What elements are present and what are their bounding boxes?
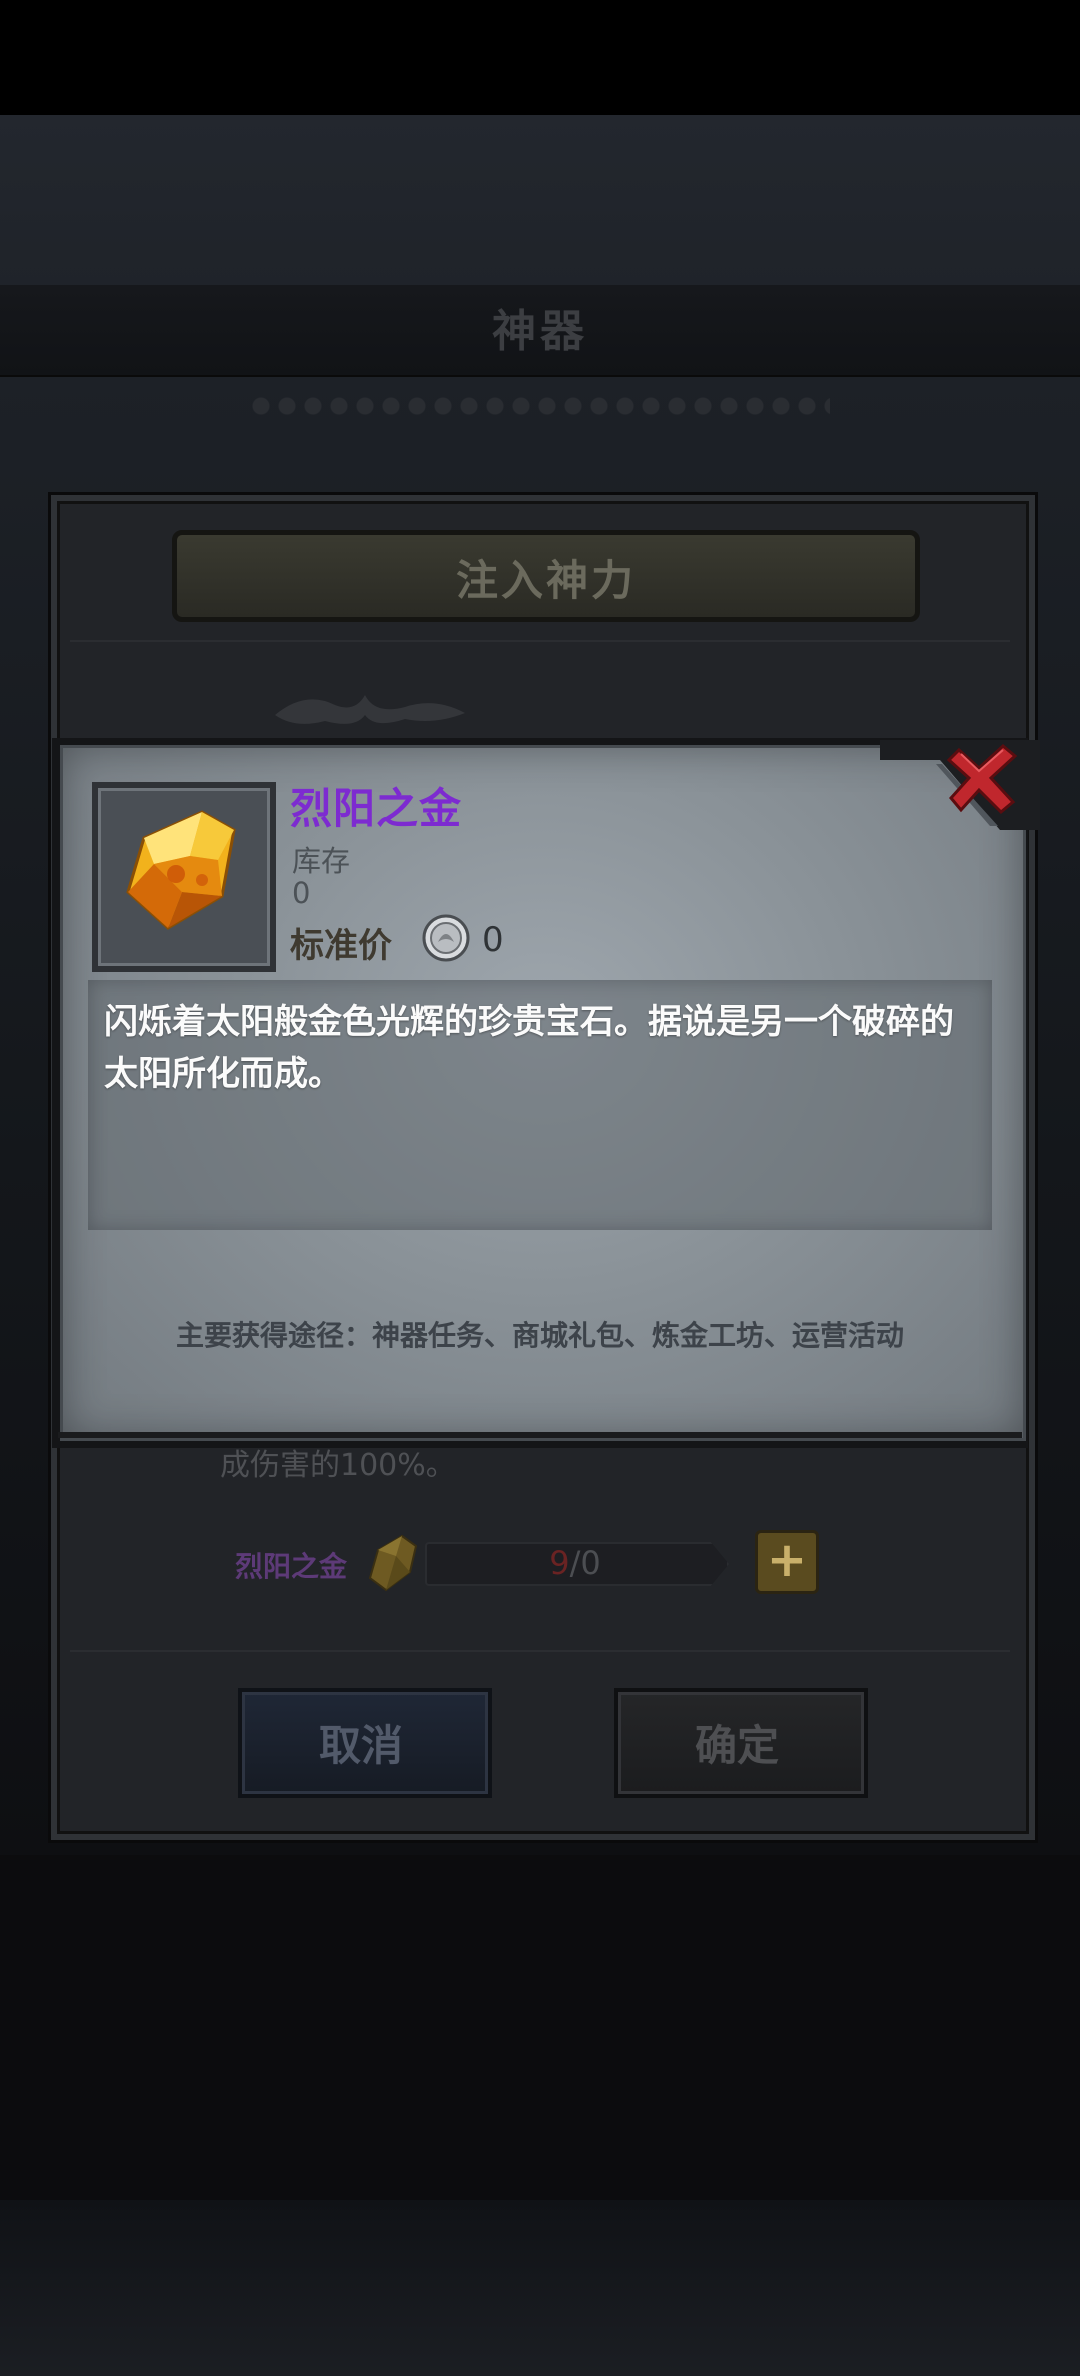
material-label: 烈阳之金	[235, 1550, 348, 1583]
price-value: 0	[482, 920, 504, 960]
progress-required: 0	[580, 1544, 601, 1582]
divider	[70, 640, 1010, 642]
progress-separator: /	[569, 1544, 581, 1582]
cancel-button-label: 取消	[318, 1721, 403, 1770]
stock-label: 库存	[292, 844, 351, 878]
add-material-button[interactable]: +	[755, 1530, 819, 1594]
status-bar-area	[0, 0, 1080, 115]
popup-bottom-border	[58, 1432, 1022, 1438]
item-description: 闪烁着太阳般金色光辉的珍贵宝石。据说是另一个破碎的太阳所化而成。	[104, 1002, 954, 1094]
acquisition-sources: 主要获得途径：神器任务、商城礼包、炼金工坊、运营活动	[175, 1319, 904, 1352]
material-progress-text: 9/0	[425, 1544, 725, 1582]
page-title: 神器	[492, 306, 588, 357]
wing-ornament-icon	[275, 695, 465, 724]
infuse-dialog-title: 注入神力	[455, 556, 636, 605]
item-name: 烈阳之金	[290, 784, 463, 833]
decorative-dots	[250, 395, 830, 417]
silver-coin-icon	[422, 914, 470, 962]
close-icon[interactable]	[945, 738, 1025, 818]
price-label: 标准价	[290, 926, 392, 966]
divider	[70, 1650, 1010, 1652]
gem-icon[interactable]	[356, 1528, 426, 1598]
stock-value: 0	[292, 876, 311, 910]
progress-current: 9	[549, 1544, 570, 1582]
bottom-band	[0, 2200, 1080, 2376]
plus-icon: +	[766, 1532, 808, 1588]
gem-icon	[126, 810, 236, 930]
confirm-button-label: 确定	[694, 1721, 779, 1770]
